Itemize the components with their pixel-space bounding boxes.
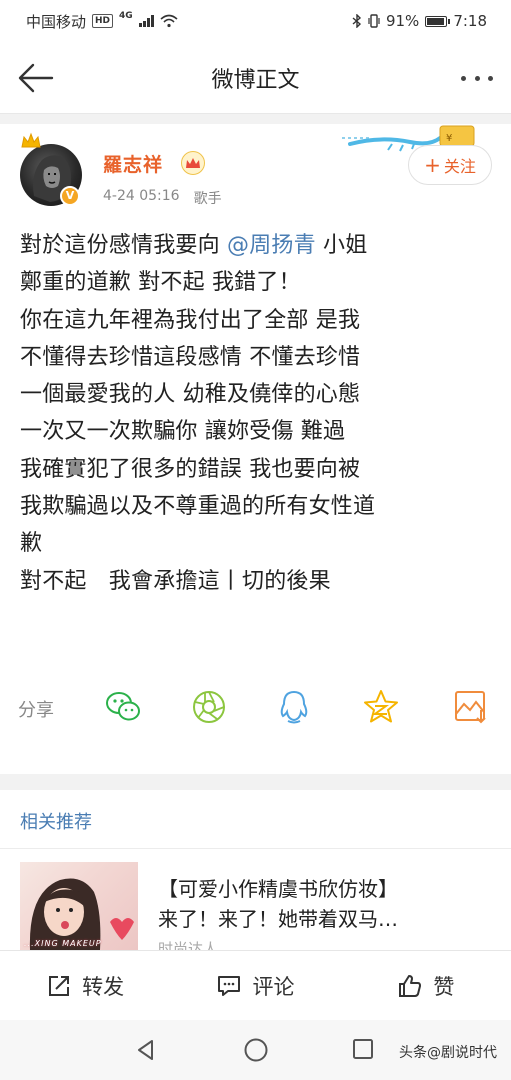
related-headline[interactable]: 【可爱小作精虞书欣仿妆】 来了！来了！她带着双马… [158,874,498,934]
comment-label: 评论 [252,974,295,999]
share-label: 分享 [18,700,54,721]
post-meta: 4-24 05:16 歌手 [103,188,222,208]
post-line: 鄭重的道歉 對不起 我錯了！ [20,270,301,296]
nav-back-icon[interactable] [134,1038,158,1062]
back-arrow-icon[interactable] [16,58,56,98]
section-gap [0,774,511,790]
post-line: 你在這九年裡為我付出了全部 是我 [20,307,361,333]
post-text-fragment: 對於這份感情我要向 [20,233,227,258]
nav-recent-icon[interactable] [352,1038,374,1060]
qzone-icon[interactable] [362,688,400,726]
post-date: 4-24 05:16 [103,188,180,204]
moments-icon[interactable] [190,688,228,726]
author-name[interactable]: 羅志祥 [103,150,163,177]
post-text: 對於這份感情我要向 @周扬青 小姐 鄭重的道歉 對不起 我錯了！ 你在這九年裡為… [20,227,495,600]
like-label: 赞 [433,974,455,999]
like-button[interactable]: 赞 [341,951,511,1020]
repost-button[interactable]: 转发 [0,951,170,1020]
vibrate-icon [368,14,380,28]
divider [0,848,511,849]
related-source: 时尚达人 [158,940,219,950]
post-line: 一次又一次欺騙你 讓妳受傷 難過 [20,419,346,445]
comment-icon [218,975,241,996]
related-section: 相关推荐 ...XING MAKEUP 【可爱小作精虞书欣仿妆】 来了！来了！她… [0,790,511,950]
plus-icon: + [424,153,441,177]
mention-link[interactable]: @周扬青 [227,233,316,258]
comment-button[interactable]: 评论 [170,951,340,1020]
nav-home-icon[interactable] [243,1037,269,1063]
weibo-post: V 羅志祥 4-24 05:16 歌手 ¥ + 关注 對於這份感情我要向 @周扬… [0,124,511,774]
wechat-icon[interactable] [104,688,142,726]
svg-text:¥: ¥ [446,133,452,144]
crown-icon [21,132,41,148]
action-bar: 转发 评论 赞 [0,950,511,1020]
member-crown-icon[interactable] [181,151,205,175]
status-bar: 中国移动 HD 4G 91% 7:18 [0,0,511,42]
post-line: 我欺騙過以及不尊重過的所有女性道 [20,494,376,520]
carrier-name: 中国移动 [26,12,87,31]
repost-icon [49,975,70,996]
page-title: 微博正文 [211,67,300,93]
qq-icon[interactable] [275,688,313,726]
verified-badge-icon: V [60,186,80,206]
battery-icon [425,15,451,27]
section-gap [0,114,511,124]
battery-percent: 91% [385,12,420,30]
share-row: 分享 [0,684,511,730]
girl-photo-image [29,878,134,950]
repost-label: 转发 [82,974,125,999]
headline-line: 【可爱小作精虞书欣仿妆】 [158,877,398,901]
wifi-icon [160,14,178,28]
status-right: 91% 7:18 [352,12,487,30]
post-line: 對於這份感情我要向 @周扬青 小姐 [20,227,495,264]
follow-label: 关注 [443,157,476,176]
post-line: 歉 [20,531,43,557]
page-header: 微博正文 [0,42,511,114]
thumbs-up-icon [399,974,422,997]
system-nav-bar: 头条@剧说时代 [0,1020,511,1080]
related-title: 相关推荐 [20,812,92,833]
post-text-fragment: 小姐 [315,233,368,258]
watermark: 头条@剧说时代 [399,1045,497,1061]
hd-badge: HD [92,14,114,28]
post-line: 不懂得去珍惜這段感情 不懂去珍惜 [20,344,361,370]
headline-line: 来了！来了！她带着双马… [158,907,398,931]
save-image-icon[interactable] [452,688,490,726]
bluetooth-icon [352,14,361,28]
post-line: 一個最愛我的人 幼稚及僥倖的心態 [20,382,361,408]
author-role: 歌手 [193,191,222,207]
status-left: 中国移动 HD 4G [26,11,178,32]
follow-button[interactable]: + 关注 [408,145,492,185]
more-options-icon[interactable] [457,60,497,96]
post-line: 我確實犯了很多的錯誤 我也要向被 [20,456,361,482]
clock: 7:18 [453,12,487,30]
thumbnail-caption: ...XING MAKEUP [24,939,102,948]
post-line: 對不起 我會承擔這丨切的後果 [20,568,331,594]
related-thumbnail[interactable]: ...XING MAKEUP [20,862,138,950]
network-type: 4G [119,11,133,21]
signal-icon [138,15,154,27]
